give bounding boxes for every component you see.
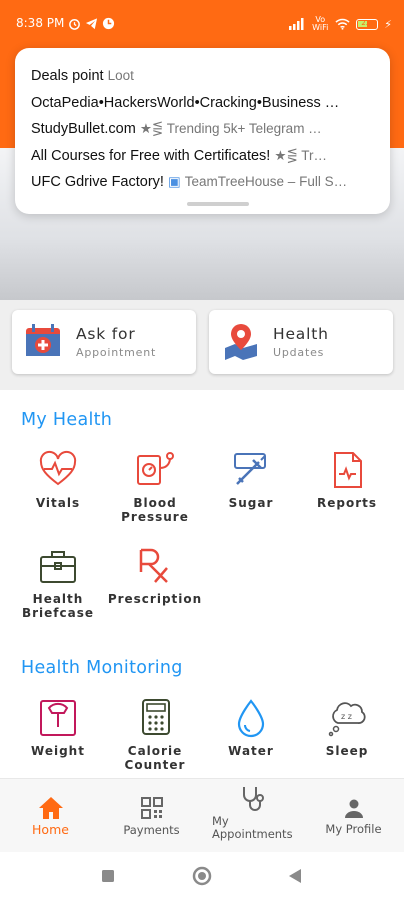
back-icon[interactable]: [288, 868, 302, 884]
network-label: Vo WiFi: [312, 15, 329, 32]
health-briefcase-label: Health Briefcase: [21, 592, 95, 620]
ask-card-subtitle: Appointment: [76, 346, 157, 359]
charging-icon: ⚡: [384, 17, 392, 31]
health-briefcase-tile[interactable]: Health Briefcase: [10, 546, 106, 620]
nav-payments-label: Payments: [123, 823, 180, 837]
ask-appointment-card[interactable]: Ask for Appointment: [12, 310, 196, 374]
blood-pressure-tile[interactable]: Blood Pressure: [107, 450, 203, 524]
calorie-counter-label: Calorie Counter: [124, 744, 186, 772]
ask-card-title: Ask for: [76, 325, 136, 343]
battery-icon: 23: [356, 18, 379, 30]
my-health-title: My Health: [21, 410, 113, 430]
calculator-icon: [142, 699, 170, 735]
reports-tile[interactable]: Reports: [299, 450, 395, 510]
main-content: My Health Vitals Blood Pressure Sugar Re…: [0, 390, 404, 780]
health-card-title: Health: [273, 325, 329, 343]
nav-profile[interactable]: My Profile: [303, 779, 404, 853]
water-label: Water: [228, 744, 274, 758]
sugar-label: Sugar: [228, 496, 274, 510]
blood-pressure-label: Blood Pressure: [121, 496, 189, 524]
sleep-icon: z z: [328, 702, 366, 737]
reports-label: Reports: [316, 496, 377, 510]
water-tile[interactable]: Water: [203, 698, 299, 758]
nav-appointments-label: My Appointments: [212, 814, 293, 841]
weight-scale-icon: [40, 700, 76, 736]
health-updates-card[interactable]: Health Updates: [209, 310, 393, 374]
blood-pressure-icon: [137, 452, 174, 485]
recents-icon[interactable]: [101, 869, 115, 883]
vitals-tile[interactable]: Vitals: [10, 450, 106, 510]
bottom-nav: Home Payments My Appointments My Profile: [0, 778, 404, 852]
health-card-subtitle: Updates: [273, 346, 325, 359]
home-icon: [38, 797, 63, 819]
signal-icon: [289, 18, 304, 30]
weight-label: Weight: [31, 744, 85, 758]
notification-item[interactable]: Deals point Loot: [31, 68, 374, 95]
syringe-icon: [234, 453, 266, 485]
svg-text:z z: z z: [341, 712, 352, 721]
notification-item[interactable]: StudyBullet.com ★⋚ Trending 5k+ Telegram…: [31, 121, 374, 148]
calendar-medical-icon: [26, 324, 60, 356]
alarm-icon: [69, 18, 81, 30]
sleep-label: Sleep: [325, 744, 369, 758]
profile-icon: [344, 799, 363, 818]
qr-code-icon: [140, 797, 163, 819]
prescription-tile[interactable]: Prescription: [107, 546, 203, 606]
report-document-icon: [334, 452, 362, 488]
telegram-icon: [86, 17, 98, 29]
nav-profile-label: My Profile: [325, 822, 382, 836]
nav-home[interactable]: Home: [0, 779, 101, 853]
sleep-tile[interactable]: z z Sleep: [299, 698, 395, 758]
notification-item[interactable]: UFC Gdrive Factory! ▣ TeamTreeHouse – Fu…: [31, 174, 374, 201]
notification-item[interactable]: OctaPedia•HackersWorld•Cracking•Business…: [31, 95, 374, 122]
vitals-label: Vitals: [35, 496, 81, 510]
map-pin-health-icon: [225, 324, 257, 360]
nav-appointments[interactable]: My Appointments: [202, 779, 303, 853]
status-bar: 8:38 PM Vo WiFi 23 ⚡: [0, 0, 404, 48]
notification-item[interactable]: All Courses for Free with Certificates! …: [31, 148, 374, 175]
prescription-label: Prescription: [107, 592, 203, 606]
briefcase-icon: [40, 551, 76, 583]
heart-pulse-icon: [39, 450, 77, 486]
water-drop-icon: [237, 699, 265, 738]
health-monitoring-title: Health Monitoring: [21, 658, 183, 678]
app-notification-icon: [103, 17, 115, 29]
sugar-tile[interactable]: Sugar: [203, 450, 299, 510]
nav-home-label: Home: [32, 822, 69, 837]
quick-actions: Ask for Appointment Health Updates: [12, 310, 393, 374]
weight-tile[interactable]: Weight: [10, 698, 106, 758]
system-navigation-bar: [0, 852, 404, 900]
wifi-icon: [335, 18, 350, 30]
calorie-counter-tile[interactable]: Calorie Counter: [107, 698, 203, 772]
stethoscope-icon: [242, 787, 264, 811]
home-button-icon[interactable]: [192, 866, 212, 886]
battery-level: 23: [361, 18, 371, 27]
rx-icon: [139, 548, 168, 583]
notification-panel[interactable]: Deals point Loot OctaPedia•HackersWorld•…: [15, 48, 390, 214]
notification-drag-handle[interactable]: [187, 202, 249, 206]
nav-payments[interactable]: Payments: [101, 779, 202, 853]
status-time: 8:38 PM: [16, 16, 65, 30]
